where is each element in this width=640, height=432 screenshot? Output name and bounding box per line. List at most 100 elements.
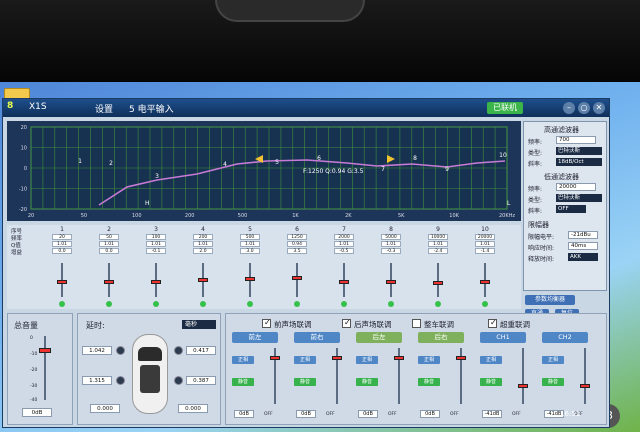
delay-rear-left[interactable]: 1.315 — [82, 376, 112, 385]
output-level-value[interactable]: -41dB — [482, 410, 502, 418]
hp-slope-select[interactable]: 18dB/Oct — [556, 158, 602, 166]
output-level-track[interactable] — [522, 348, 524, 404]
band-gain-slider[interactable] — [151, 279, 161, 284]
band-gain-field[interactable]: -0.3 — [381, 248, 401, 254]
output-channel-button[interactable]: 后右 — [418, 332, 464, 343]
output-level-slider[interactable] — [270, 355, 280, 360]
eq-mode-button[interactable]: 参数均衡器 — [525, 295, 575, 305]
band-gain-field[interactable]: -0.5 — [334, 248, 354, 254]
band-gain-field[interactable]: 0.0 — [52, 248, 72, 254]
band-q-field[interactable]: 1.01 — [99, 241, 119, 247]
band-freq-field[interactable]: 500 — [240, 234, 260, 240]
band-q-field[interactable]: 1.01 — [428, 241, 448, 247]
band-freq-field[interactable]: 20 — [52, 234, 72, 240]
output-level-track[interactable] — [584, 348, 586, 404]
output-level-value[interactable]: 0dB — [420, 410, 440, 418]
band-gain-slider[interactable] — [433, 281, 443, 285]
band-freq-field[interactable]: 10000 — [428, 234, 448, 240]
band-q-field[interactable]: 1.01 — [240, 241, 260, 247]
output-level-slider[interactable] — [580, 384, 590, 389]
lp-freq-field[interactable]: 20000 — [556, 183, 596, 191]
output-level-slider[interactable] — [394, 355, 404, 360]
mute-button[interactable]: 静音 — [356, 378, 378, 386]
band-gain-slider[interactable] — [245, 276, 255, 281]
band-q-field[interactable]: 1.01 — [193, 241, 213, 247]
band-q-field[interactable]: 1.01 — [381, 241, 401, 247]
output-channel-button[interactable]: 前右 — [294, 332, 340, 343]
band-q-field[interactable]: 1.01 — [146, 241, 166, 247]
connected-button[interactable]: 已联机 — [487, 102, 523, 114]
band-gain-field[interactable]: -1.4 — [475, 248, 495, 254]
band-gain-field[interactable]: -0.1 — [146, 248, 166, 254]
band-gain-slider[interactable] — [339, 279, 349, 284]
mute-button[interactable]: 静音 — [294, 378, 316, 386]
band-freq-field[interactable]: 2000 — [334, 234, 354, 240]
band-q-field[interactable]: 1.01 — [52, 241, 72, 247]
band-gain-slider[interactable] — [292, 275, 302, 280]
output-channel-button[interactable]: 后左 — [356, 332, 402, 343]
delay-sub-left[interactable]: 0.000 — [90, 404, 120, 413]
output-level-slider[interactable] — [518, 384, 528, 389]
master-volume-track[interactable] — [44, 336, 46, 400]
band-gain-track[interactable] — [296, 263, 298, 297]
phase-button[interactable]: 正相 — [294, 356, 316, 364]
close-icon[interactable]: ✕ — [593, 102, 605, 114]
limiter-level-field[interactable]: -21dBu — [568, 231, 598, 239]
lp-slope-select[interactable]: OFF — [556, 205, 586, 213]
delay-front-right[interactable]: 0.417 — [186, 346, 216, 355]
delay-knob[interactable] — [174, 376, 183, 385]
band-q-field[interactable]: 1.01 — [334, 241, 354, 247]
output-channel-button[interactable]: 前左 — [232, 332, 278, 343]
delay-front-left[interactable]: 1.042 — [82, 346, 112, 355]
lp-type-select[interactable]: 巴特沃斯 — [556, 194, 602, 202]
output-level-value[interactable]: 0dB — [234, 410, 254, 418]
band-gain-field[interactable]: 0.0 — [99, 248, 119, 254]
limiter-attack-field[interactable]: 40ms — [568, 242, 598, 250]
delay-sub-right[interactable]: 0.000 — [178, 404, 208, 413]
output-level-slider[interactable] — [332, 355, 342, 360]
mute-button[interactable]: 静音 — [542, 378, 564, 386]
output-channel-button[interactable]: CH1 — [480, 332, 526, 343]
hp-freq-field[interactable]: 700 — [556, 136, 596, 144]
output-level-value[interactable]: 0dB — [296, 410, 316, 418]
link-checkbox[interactable] — [262, 318, 271, 328]
band-gain-track[interactable] — [437, 263, 439, 297]
band-gain-slider[interactable] — [104, 279, 114, 284]
phase-button[interactable]: 正相 — [542, 356, 564, 364]
band-freq-field[interactable]: 100 — [146, 234, 166, 240]
mute-button[interactable]: 静音 — [480, 378, 502, 386]
master-volume-slider[interactable] — [39, 348, 51, 353]
band-gain-field[interactable]: 3.0 — [240, 248, 260, 254]
band-gain-slider[interactable] — [198, 278, 208, 282]
link-checkbox[interactable] — [342, 318, 351, 328]
band-freq-field[interactable]: 200 — [193, 234, 213, 240]
menu-settings[interactable]: 设置 — [95, 102, 113, 115]
delay-unit-select[interactable]: 毫秒 — [182, 320, 216, 329]
band-gain-field[interactable]: -2.4 — [428, 248, 448, 254]
hp-type-select[interactable]: 巴特沃斯 — [556, 147, 602, 155]
band-q-field[interactable]: 0.94 — [287, 241, 307, 247]
band-freq-field[interactable]: 5000 — [381, 234, 401, 240]
link-checkbox[interactable] — [412, 319, 421, 328]
phase-button[interactable]: 正相 — [232, 356, 254, 364]
output-channel-button[interactable]: CH2 — [542, 332, 588, 343]
band-gain-slider[interactable] — [386, 279, 396, 284]
phase-button[interactable]: 正相 — [480, 356, 502, 364]
minimize-icon[interactable]: – — [563, 102, 575, 114]
mute-button[interactable]: 静音 — [232, 378, 254, 386]
phase-button[interactable]: 正相 — [356, 356, 378, 364]
link-checkbox[interactable] — [488, 318, 497, 328]
delay-knob[interactable] — [116, 346, 125, 355]
mute-button[interactable]: 静音 — [418, 378, 440, 386]
band-freq-field[interactable]: 1250 — [287, 234, 307, 240]
band-q-field[interactable]: 1.01 — [475, 241, 495, 247]
phase-button[interactable]: 正相 — [418, 356, 440, 364]
band-freq-field[interactable]: 20000 — [475, 234, 495, 240]
band-gain-field[interactable]: 2.0 — [193, 248, 213, 254]
eq-graph[interactable]: 20 10 0 -10 -20 20 50 100 200 500 1K 2K 5K 10K 20KHz 1 2… — [7, 121, 521, 221]
output-level-slider[interactable] — [456, 355, 466, 360]
limiter-release-select[interactable]: AKK — [568, 253, 598, 261]
band-gain-slider[interactable] — [57, 279, 67, 284]
band-gain-slider[interactable] — [480, 280, 490, 285]
band-freq-field[interactable]: 50 — [99, 234, 119, 240]
